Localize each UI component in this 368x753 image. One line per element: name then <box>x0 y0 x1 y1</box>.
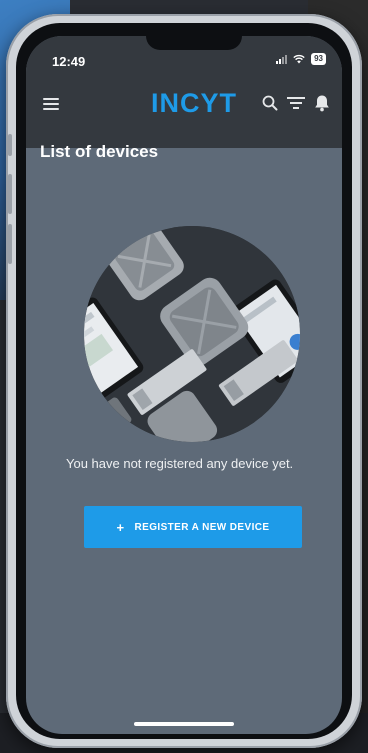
status-indicators: 93 <box>276 53 326 65</box>
devices-photo <box>84 226 300 442</box>
menu-icon[interactable] <box>43 98 59 110</box>
phone-frame: 12:49 93 INCYT List of devices You have … <box>6 14 362 748</box>
app-screen: 12:49 93 INCYT List of devices You have … <box>26 36 342 734</box>
plus-icon: + <box>116 519 125 535</box>
search-icon[interactable] <box>262 95 278 116</box>
status-time: 12:49 <box>52 54 86 69</box>
devices-illustration <box>84 226 300 442</box>
brand-logo: INCYT <box>151 88 237 118</box>
battery-indicator: 93 <box>311 53 326 65</box>
home-indicator[interactable] <box>134 722 234 726</box>
register-device-label: REGISTER A NEW DEVICE <box>134 521 270 533</box>
volume-up-button <box>8 174 12 214</box>
volume-down-button <box>8 224 12 264</box>
bell-icon[interactable] <box>314 94 330 117</box>
page-title: List of devices <box>40 142 159 161</box>
empty-state-message: You have not registered any device yet. <box>66 456 294 471</box>
signal-icon <box>276 54 288 64</box>
header-actions <box>262 94 330 117</box>
filter-icon[interactable] <box>287 96 305 115</box>
wifi-icon <box>293 54 305 64</box>
notch <box>146 36 242 50</box>
register-device-button[interactable]: + REGISTER A NEW DEVICE <box>84 506 302 548</box>
mute-switch <box>8 134 12 156</box>
app-header: 12:49 93 INCYT <box>26 36 342 148</box>
